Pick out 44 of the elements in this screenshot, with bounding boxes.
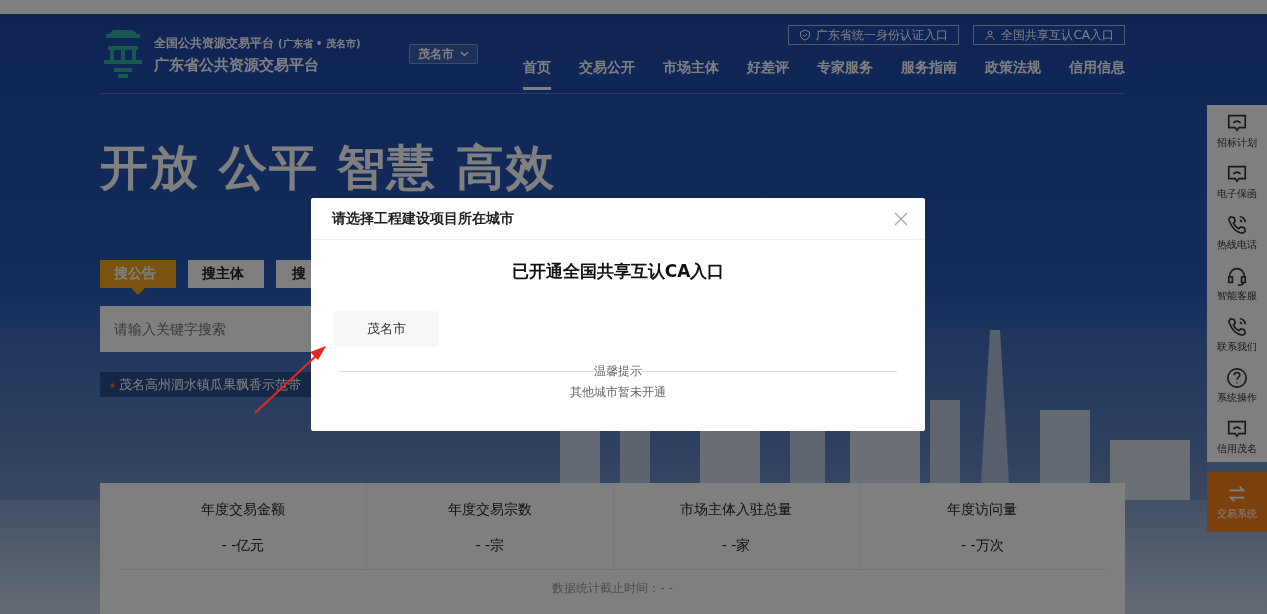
entry-link[interactable]: 广东省统一身份认证入口	[788, 25, 960, 45]
close-button[interactable]	[893, 210, 909, 227]
nav-item[interactable]: 交易公开	[579, 59, 635, 90]
nav-item[interactable]: 市场主体	[663, 59, 719, 90]
nav-item[interactable]: 好差评	[747, 59, 789, 90]
sidebar-item[interactable]: 系统操作	[1207, 360, 1267, 411]
stat-value: - -万次	[961, 537, 1004, 555]
dialog-title: 请选择工程建设项目所在城市	[332, 209, 514, 228]
nav-item[interactable]: 服务指南	[901, 59, 957, 90]
help-icon	[1226, 366, 1248, 389]
site-title: 广东省公共资源交易平台	[154, 56, 320, 75]
stat-value: - -家	[721, 537, 751, 555]
phone-icon	[1226, 315, 1248, 338]
stat-label: 市场主体入驻总量	[680, 501, 793, 519]
nav-item[interactable]: 信用信息	[1069, 59, 1125, 90]
shield-icon	[799, 29, 812, 41]
nav-item[interactable]: 专家服务	[817, 59, 873, 90]
nav-item[interactable]: 政策法规	[985, 59, 1041, 90]
sidebar-item[interactable]: 热线电话	[1207, 207, 1267, 258]
stat-value: - -宗	[475, 537, 505, 555]
dialog-heading: 已开通全国共享互认CA入口	[510, 260, 726, 283]
sidebar-item[interactable]: 招标计划	[1207, 105, 1267, 156]
stat-label: 年度交易金额	[201, 501, 286, 519]
hero-slogan: 开放 公平 智慧 高效	[100, 138, 558, 197]
nav-item[interactable]: 首页	[523, 59, 551, 90]
stat-label: 年度交易宗数	[447, 501, 532, 519]
exchange-icon	[1226, 483, 1248, 505]
tab-pointer	[131, 288, 145, 295]
chevron-down-icon	[459, 51, 469, 57]
city-option[interactable]: 茂名市	[333, 311, 439, 347]
stat-label: 年度访问量	[947, 501, 1018, 519]
notice-text: 其他城市暂未开通	[569, 384, 667, 401]
stat-value: - -亿元	[221, 537, 265, 555]
sidebar-item[interactable]: 智能客服	[1207, 258, 1267, 309]
phone-icon	[1226, 213, 1248, 236]
sidebar-item[interactable]: 电子保函	[1207, 156, 1267, 207]
user-icon	[984, 29, 997, 41]
search-tab[interactable]: 搜主体	[188, 260, 264, 288]
sidebar-item[interactable]: 交易系统	[1207, 472, 1267, 532]
sidebar-item[interactable]: 联系我们	[1207, 309, 1267, 360]
sidebar-item[interactable]: 信用茂名	[1207, 411, 1267, 462]
platform-title: 全国公共资源交易平台 (广东省 • 茂名市)	[154, 35, 361, 52]
notice-title: 温馨提示	[594, 363, 642, 380]
entry-link[interactable]: 全国共享互认CA入口	[973, 25, 1125, 45]
